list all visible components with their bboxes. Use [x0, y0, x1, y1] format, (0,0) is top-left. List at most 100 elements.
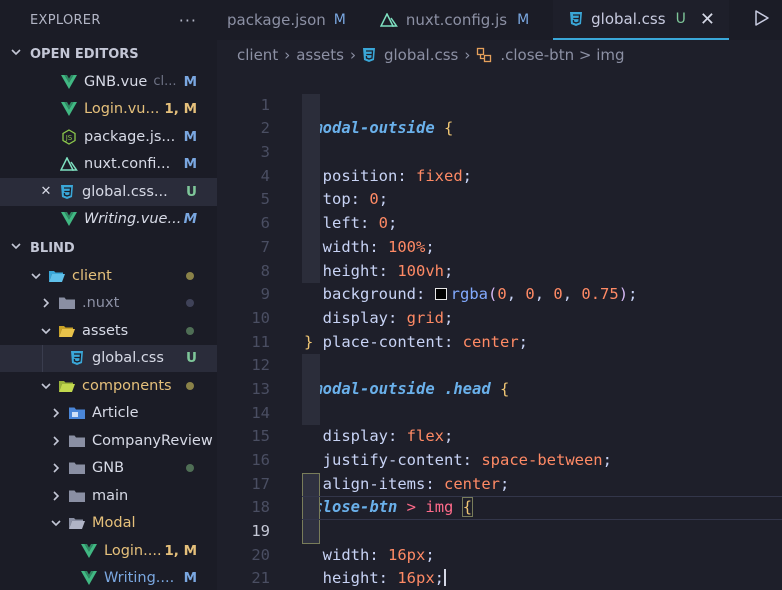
tree-item-company-review[interactable]: CompanyReview — [0, 427, 217, 455]
status-badge: M — [183, 128, 197, 145]
tab-close-icon[interactable]: ✕ — [700, 9, 715, 30]
chevron-down-icon — [38, 325, 54, 337]
indent-guide — [302, 354, 320, 378]
indent-guide — [302, 377, 320, 402]
vue-icon — [80, 569, 98, 587]
chevron-down-icon — [8, 46, 24, 62]
tree-name: Article — [92, 405, 139, 422]
more-actions-icon[interactable]: ··· — [179, 11, 197, 30]
css-icon — [58, 183, 76, 201]
folder-open-icon — [58, 322, 76, 340]
tree-name: CompanyReview — [92, 432, 213, 449]
open-editor-item-nuxt-config[interactable]: nuxt.confi... M — [0, 151, 217, 179]
chevron-right-icon — [38, 297, 54, 309]
open-editor-item-login[interactable]: Login.vu... 1, M — [0, 96, 217, 124]
play-icon — [754, 9, 770, 31]
open-editors-header[interactable]: OPEN EDITORS — [0, 40, 217, 68]
chevron-right-icon: › — [349, 46, 356, 64]
tree-item-assets[interactable]: assets — [0, 317, 217, 345]
close-icon[interactable]: ✕ — [38, 184, 54, 199]
tab-nuxt-config[interactable]: nuxt.config.js M — [356, 0, 539, 40]
tab-package-json[interactable]: package.json M — [217, 0, 356, 40]
folder-icon — [68, 459, 86, 477]
chevron-right-icon — [48, 435, 64, 447]
breadcrumb-item-assets[interactable]: assets — [296, 46, 344, 64]
open-editor-name: nuxt.confi... — [84, 156, 171, 173]
indent-guide — [302, 117, 320, 142]
tree-name: assets — [82, 322, 129, 339]
tree-item-main[interactable]: main — [0, 482, 217, 510]
tree-item-gnb[interactable]: GNB — [0, 455, 217, 483]
chevron-right-icon — [48, 490, 64, 502]
tab-global-css[interactable]: global.css U ✕ — [553, 0, 729, 40]
indent-guide — [302, 259, 320, 284]
open-editor-item-writing[interactable]: Writing.vue... M — [0, 206, 217, 234]
tree-item-modal[interactable]: Modal — [0, 510, 217, 538]
chevron-down-icon — [8, 240, 24, 256]
code-line: 9 place-content: center; — [217, 259, 782, 351]
open-editor-desc: cl... — [153, 74, 177, 90]
open-editors-title: OPEN EDITORS — [30, 46, 139, 62]
status-badge: M — [183, 73, 197, 90]
code-line: 13 display: flex; — [217, 354, 782, 445]
indent-guide — [302, 164, 320, 189]
breadcrumb-item-symbol[interactable]: .close-btn > img — [500, 46, 624, 64]
code-line: 2 position: fixed; — [217, 93, 782, 185]
indent-guide — [302, 93, 320, 118]
chevron-right-icon — [48, 462, 64, 474]
code-line: 1 .modal-outside { — [217, 70, 782, 138]
folder-open-icon — [68, 514, 86, 532]
code-line: 3 top: 0; — [217, 117, 782, 208]
tree-item-nuxt[interactable]: .nuxt — [0, 290, 217, 318]
status-badge: 1, M — [164, 542, 197, 559]
tree-item-writing-vue[interactable]: Writing.... M — [0, 565, 217, 590]
code-line: 6 height: 100vh; — [217, 188, 782, 280]
code-line: 8 display: grid; — [217, 235, 782, 327]
status-badge: U — [186, 183, 197, 200]
chevron-down-icon — [38, 380, 54, 392]
vue-icon — [60, 100, 78, 118]
indent-guide — [302, 401, 320, 426]
open-editor-name: global.css... — [82, 183, 168, 200]
editor-tabs: package.json M nuxt.config.js M global.c… — [217, 0, 782, 40]
folder-icon — [68, 432, 86, 450]
code-line: 14 justify-content: space-between; — [217, 377, 782, 469]
tree-name: Writing.... — [104, 570, 175, 587]
tree-name: main — [92, 487, 129, 504]
open-editor-name: Login.vu... — [84, 101, 160, 118]
status-badge: 1, M — [164, 101, 197, 118]
code-line: 21 } — [217, 544, 782, 587]
tree-item-client[interactable]: client — [0, 262, 217, 290]
tree-item-global-css[interactable]: global.css U — [0, 344, 217, 372]
tree-item-components[interactable]: components — [0, 372, 217, 400]
breadcrumb-item-file[interactable]: global.css — [384, 46, 458, 64]
chevron-down-icon — [28, 270, 44, 282]
open-editor-item-global-css[interactable]: ✕ global.css... U — [0, 178, 217, 206]
code-line-current: 19 height: 16px; — [217, 496, 782, 587]
explorer-header: EXPLORER ··· — [0, 0, 217, 40]
tree-item-article[interactable]: Article — [0, 400, 217, 428]
symbol-selector-icon — [476, 47, 492, 63]
tree-item-login-vue[interactable]: Login.... 1, M — [0, 537, 217, 565]
open-editor-item-package[interactable]: JS package.js... M — [0, 123, 217, 151]
code-line: 11 — [217, 307, 782, 351]
nodejs-icon: JS — [60, 128, 78, 146]
tab-status: M — [517, 12, 530, 28]
breadcrumb-item-client[interactable]: client — [237, 46, 278, 64]
status-dot — [186, 326, 194, 335]
code-line: 10 } — [217, 283, 782, 351]
css-icon — [569, 11, 583, 27]
modified-dot — [186, 271, 194, 280]
code-line: 15 align-items: center; — [217, 401, 782, 493]
run-button[interactable] — [742, 0, 782, 40]
tree-name: Modal — [92, 515, 136, 532]
indent-guide — [302, 141, 320, 165]
project-header[interactable]: BLIND — [0, 234, 217, 262]
tree-name: GNB — [92, 460, 125, 477]
code-line: 7 background: rgba(0, 0, 0, 0.75); — [217, 212, 782, 303]
css-icon — [362, 47, 376, 63]
open-editor-item-gnb[interactable]: GNB.vue cl... M — [0, 68, 217, 96]
code-editor[interactable]: 1 .modal-outside { 2 position: fixed; 3 … — [217, 70, 782, 590]
vue-icon — [80, 542, 98, 560]
tree-name: components — [82, 377, 172, 394]
